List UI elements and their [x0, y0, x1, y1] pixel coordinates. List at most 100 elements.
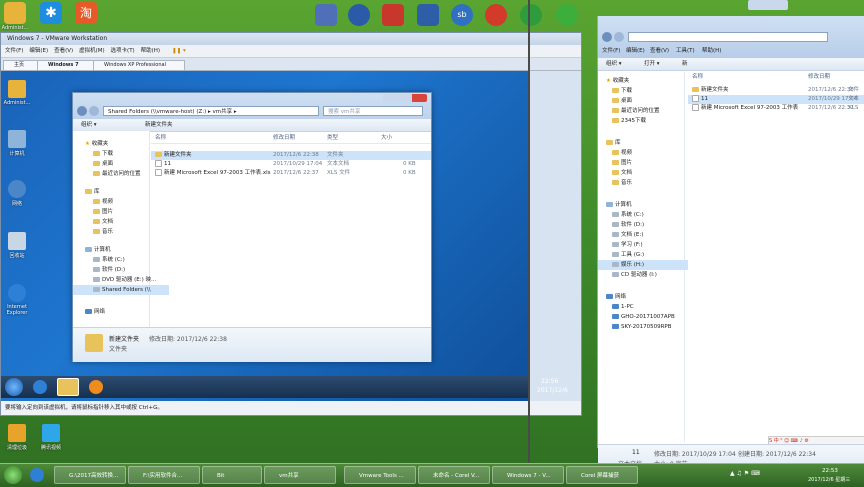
nav-dvd-drive[interactable]: DVD 驱动器 (E:) 映... — [73, 275, 169, 285]
sb-icon[interactable]: sb — [451, 4, 473, 26]
host-nav-recent[interactable]: 最近访问的位置 — [598, 106, 688, 116]
nav-documents[interactable]: 文档 — [73, 217, 169, 227]
taskbar-button-folder-2[interactable]: F:\实用软件合... — [128, 466, 200, 484]
host-address-bar[interactable] — [628, 32, 828, 42]
new-folder-button[interactable]: 新建文件夹 — [145, 119, 173, 131]
guest-explorer-taskbar-icon[interactable] — [57, 378, 79, 396]
shortcut-icon[interactable] — [520, 4, 542, 26]
table-row[interactable]: 新建文件夹 2017/12/6 22:38 文件 — [688, 86, 864, 95]
host-nav-computer[interactable]: 计算机 — [598, 200, 682, 210]
host-nav-drive-c[interactable]: 系统 (C:) — [598, 210, 688, 220]
host-menu-file[interactable]: 文件(F) — [602, 46, 620, 56]
host-nav-videos[interactable]: 视频 — [598, 148, 688, 158]
table-row[interactable]: 新建文件夹 2017/12/6 22:38 文件夹 — [151, 151, 431, 160]
guest-user-folder-icon[interactable] — [8, 80, 26, 98]
nav-pictures[interactable]: 图片 — [73, 207, 169, 217]
nav-music[interactable]: 音乐 — [73, 227, 169, 237]
nav-drive-d[interactable]: 软件 (D:) — [73, 265, 169, 275]
vmware-icon[interactable] — [315, 4, 337, 26]
ie-taskbar-icon[interactable] — [30, 468, 44, 482]
taskbar-button-vm-share[interactable]: vm共享 — [264, 466, 336, 484]
taskbar-button-vmware-tools[interactable]: Vmware Tools ... — [344, 466, 416, 484]
menu-help[interactable]: 帮助(H) — [141, 45, 160, 57]
cleanup-icon[interactable] — [8, 424, 26, 442]
back-button[interactable] — [77, 106, 87, 116]
menu-file[interactable]: 文件(F) — [5, 45, 23, 57]
menu-vm[interactable]: 虚拟机(M) — [79, 45, 105, 57]
star-app-icon[interactable]: ✱ — [40, 2, 62, 24]
host-col-name[interactable]: 名称 — [692, 72, 703, 80]
pause-icon[interactable]: ❚❚ ▾ — [172, 45, 186, 57]
host-nav-drive-e[interactable]: 文档 (E:) — [598, 230, 688, 240]
taobao-icon[interactable]: 淘 — [75, 2, 97, 24]
corel-icon[interactable] — [382, 4, 404, 26]
nav-drive-c[interactable]: 系统 (C:) — [73, 255, 169, 265]
host-nav-pc-1[interactable]: 1-PC — [598, 302, 688, 312]
host-menu-help[interactable]: 帮助(H) — [702, 46, 721, 56]
host-window-controls[interactable] — [748, 0, 788, 10]
administrator-folder-icon[interactable] — [4, 2, 26, 24]
host-forward-button[interactable] — [614, 32, 624, 42]
recycle-bin-icon[interactable] — [8, 232, 26, 250]
nav-videos[interactable]: 视频 — [73, 197, 169, 207]
nav-libraries[interactable]: 库 — [73, 187, 161, 197]
nav-network[interactable]: 网络 — [73, 307, 161, 317]
guest-network-icon[interactable] — [8, 180, 26, 198]
menu-edit[interactable]: 编辑(E) — [29, 45, 48, 57]
col-date[interactable]: 修改日期 — [273, 133, 295, 141]
window-controls[interactable] — [383, 94, 427, 102]
host-nav-drive-h[interactable]: 娱乐 (H:) — [598, 260, 688, 270]
nav-computer[interactable]: 计算机 — [73, 245, 161, 255]
taskbar-button-corel-capture[interactable]: Corel 屏幕捕获 — [566, 466, 638, 484]
tencent-video-icon[interactable] — [42, 424, 60, 442]
corel-capture-icon[interactable] — [485, 4, 507, 26]
host-menu-view[interactable]: 查看(V) — [650, 46, 669, 56]
col-size[interactable]: 大小 — [381, 133, 392, 141]
host-nav-downloads[interactable]: 下载 — [598, 86, 688, 96]
taskbar-button-corel[interactable]: 未命名 - Corel V... — [418, 466, 490, 484]
tray-icons[interactable]: ▲ ♫ ⚑ ⌨ — [730, 470, 760, 477]
host-nav-drive-g[interactable]: 工具 (G:) — [598, 250, 688, 260]
host-nav-documents[interactable]: 文档 — [598, 168, 688, 178]
host-nav-pictures[interactable]: 图片 — [598, 158, 688, 168]
host-organize-button[interactable]: 组织 ▾ — [606, 58, 622, 70]
col-name[interactable]: 名称 — [155, 133, 166, 141]
col-type[interactable]: 类型 — [327, 133, 338, 141]
table-row[interactable]: 11 2017/10/29 17:04 文本文档 0 KB — [151, 160, 431, 169]
host-nav-2345-downloads[interactable]: 2345下载 — [598, 116, 688, 126]
taskbar-button-vmware[interactable]: Windows 7 - V... — [492, 466, 564, 484]
host-nav-favorites[interactable]: ★ 收藏夹 — [598, 76, 682, 86]
corel-draw-icon[interactable] — [417, 4, 439, 26]
organize-button[interactable]: 组织 ▾ — [81, 119, 97, 131]
guest-media-player-icon[interactable] — [89, 380, 103, 394]
dameware-icon[interactable] — [348, 4, 370, 26]
start-button[interactable] — [4, 466, 22, 484]
host-nav-pc-gho[interactable]: GHO-20171007APB — [598, 312, 688, 322]
guest-start-button[interactable] — [5, 378, 23, 396]
host-nav-desktop[interactable]: 桌面 — [598, 96, 688, 106]
host-col-date[interactable]: 修改日期 — [808, 72, 830, 80]
taskbar-button-bit[interactable]: Bit — [202, 466, 262, 484]
menu-tabs[interactable]: 选项卡(T) — [111, 45, 135, 57]
host-nav-network[interactable]: 网络 — [598, 292, 682, 302]
green-app-icon[interactable] — [556, 4, 578, 26]
search-input[interactable]: 搜索 vm共享 — [323, 106, 423, 116]
host-nav-drive-d[interactable]: 软件 (D:) — [598, 220, 688, 230]
vmware-title-bar[interactable]: Windows 7 - VMware Workstation — [1, 33, 581, 45]
address-bar[interactable]: Shared Folders (\\vmware-host) (Z:) ▸ vm… — [103, 106, 319, 116]
forward-button[interactable] — [89, 106, 99, 116]
host-nav-libraries[interactable]: 库 — [598, 138, 682, 148]
guest-ie-icon[interactable] — [33, 380, 47, 394]
table-row[interactable]: 新建 Microsoft Excel 97-2003 工作表.xls 2017/… — [151, 169, 431, 178]
guest-computer-icon[interactable] — [8, 130, 26, 148]
table-row[interactable]: 11 2017/10/29 17:04 文本 — [688, 95, 864, 104]
host-back-button[interactable] — [602, 32, 612, 42]
host-new-button[interactable]: 新 — [682, 58, 688, 70]
taskbar-button-folder-1[interactable]: G:\2017高效转换... — [54, 466, 126, 484]
host-menu-tools[interactable]: 工具(T) — [676, 46, 695, 56]
host-nav-music[interactable]: 音乐 — [598, 178, 688, 188]
tab-windows-xp[interactable]: Windows XP Professional — [93, 60, 185, 70]
internet-explorer-icon[interactable] — [8, 284, 26, 302]
table-row[interactable]: 新建 Microsoft Excel 97-2003 工作表 2017/12/6… — [688, 104, 864, 113]
nav-favorites[interactable]: ★ 收藏夹 — [73, 139, 161, 149]
